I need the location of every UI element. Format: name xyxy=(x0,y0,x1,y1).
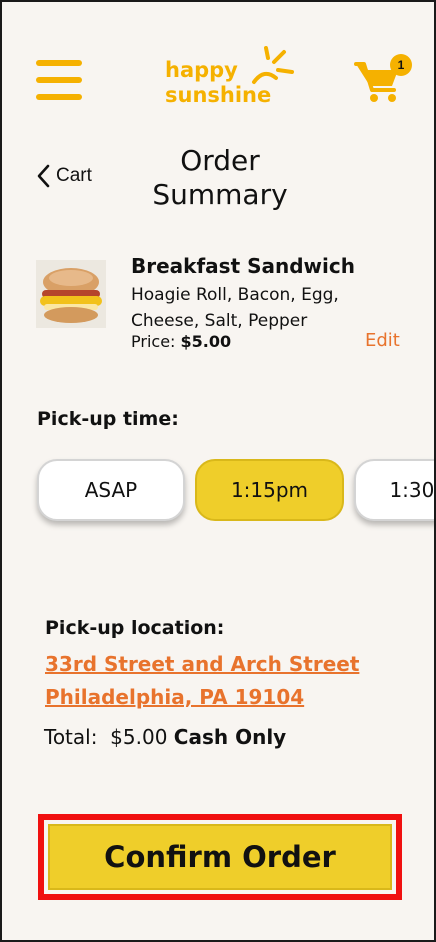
payment-method: Cash Only xyxy=(173,725,287,749)
pickup-time-option-130pm[interactable]: 1:30pm xyxy=(354,459,434,521)
pickup-street-link[interactable]: 33rd Street and Arch Street xyxy=(45,652,359,676)
item-description: Hoagie Roll, Bacon, Egg, Cheese, Salt, P… xyxy=(131,285,339,331)
app-screen: happy sunshine 1 Cart Order Summary Brea… xyxy=(0,0,436,942)
total-label: Total: xyxy=(44,725,98,749)
back-label: Cart xyxy=(56,165,92,186)
breakfast-sandwich-image xyxy=(36,260,106,328)
sun-icon xyxy=(252,46,294,84)
pickup-city-link[interactable]: Philadelphia, PA 19104 xyxy=(45,685,304,709)
pickup-time-option-asap[interactable]: ASAP xyxy=(37,459,185,521)
item-name: Breakfast Sandwich xyxy=(131,254,355,278)
logo-line-2: sunshine xyxy=(165,83,272,107)
shopping-cart-icon[interactable]: 1 xyxy=(354,54,412,106)
logo: happy sunshine xyxy=(162,44,302,110)
pickup-time-label: Pick-up time: xyxy=(37,408,179,430)
price-label: Price: xyxy=(131,332,176,351)
page-title: Order Summary xyxy=(152,144,288,211)
edit-item-link[interactable]: Edit xyxy=(365,330,400,351)
pickup-location-label: Pick-up location: xyxy=(45,617,225,639)
confirm-order-button[interactable]: Confirm Order xyxy=(48,824,392,890)
cart-count-badge: 1 xyxy=(390,54,412,76)
order-total: Total: $5.00 Cash Only xyxy=(44,725,286,749)
pickup-time-option-selected[interactable]: 1:15pm xyxy=(195,459,344,521)
price-value: $5.00 xyxy=(180,332,232,351)
hamburger-menu-icon[interactable] xyxy=(36,60,84,104)
total-amount: $5.00 xyxy=(110,725,168,749)
back-to-cart-link[interactable]: Cart xyxy=(36,162,92,190)
item-price: Price: $5.00 xyxy=(131,332,231,351)
chevron-left-icon xyxy=(37,164,50,188)
